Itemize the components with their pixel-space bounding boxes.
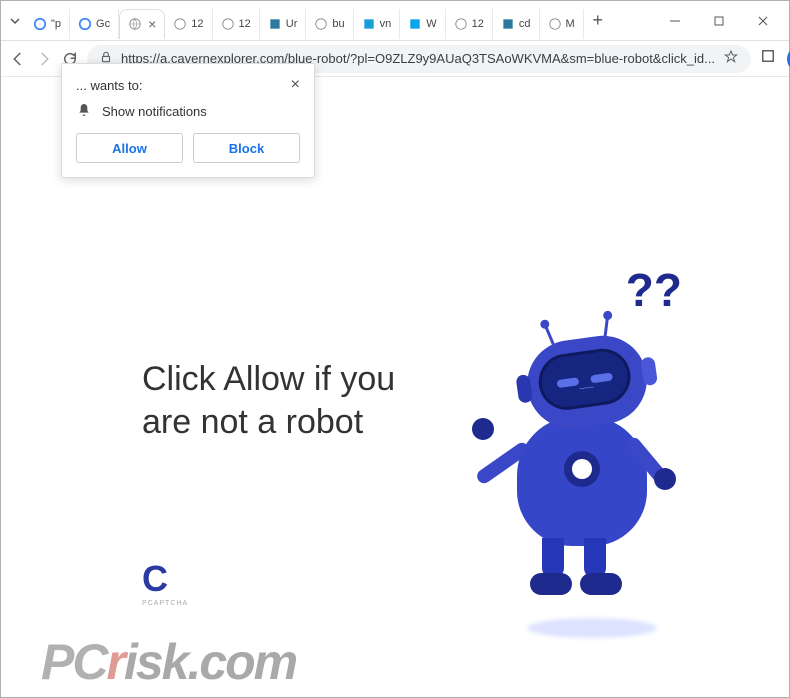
tab[interactable]: Gc [70,9,119,39]
watermark-r: r [106,634,123,690]
tab-active[interactable]: × [119,9,165,39]
watermark-rest: isk.com [124,634,296,690]
question-marks: ?? [626,263,682,317]
robot-hand-left [472,418,494,440]
globe-icon [454,17,468,31]
robot-leg-left [542,538,564,578]
tab-label: 12 [191,18,203,30]
globe-icon [128,17,142,31]
robot-antenna-left [545,327,555,345]
tab-label: Gc [96,18,110,30]
robot-ear-left [515,374,533,404]
tab-dropdown[interactable] [5,1,25,41]
robot-mouth: ~~~ [578,382,594,395]
tab[interactable]: Ur [260,9,307,39]
site-icon [501,17,515,31]
tab[interactable]: bu [306,9,353,39]
tab-strip: "p Gc × 12 12 Ur bu vn W 12 cd M + [5,1,653,40]
tab[interactable]: 12 [213,9,260,39]
tab-label: vn [380,18,392,30]
tab-label: cd [519,18,531,30]
google-g-icon [78,17,92,31]
tab[interactable]: W [400,9,445,39]
window-controls [653,5,785,37]
tab[interactable]: 12 [165,9,212,39]
robot-head: ~~~ [521,330,652,434]
robot-leg-right [584,538,606,578]
tab[interactable]: "p [25,9,70,39]
logo-mark: C [142,558,188,600]
block-button[interactable]: Block [193,133,300,163]
logo-subtext: PCAPTCHA [142,600,188,607]
robot-body [517,416,647,546]
globe-icon [221,17,235,31]
titlebar: "p Gc × 12 12 Ur bu vn W 12 cd M + [1,1,789,41]
tab-label: W [426,18,436,30]
robot-foot-right [580,573,622,595]
forward-button[interactable] [35,45,53,73]
robot-shadow [527,618,657,638]
tab[interactable]: M [540,9,584,39]
allow-button[interactable]: Allow [76,133,183,163]
globe-icon [173,17,187,31]
prompt-permission-text: Show notifications [102,104,207,119]
tab[interactable]: vn [354,9,401,39]
robot-eye-right [590,372,613,383]
robot-hand-right [654,468,676,490]
back-button[interactable] [9,45,27,73]
robot-foot-left [530,573,572,595]
prompt-title: ... wants to: [76,78,142,93]
tab-close-icon[interactable]: × [148,16,156,32]
robot-visor: ~~~ [535,345,634,413]
tab[interactable]: cd [493,9,540,39]
globe-icon [548,17,562,31]
watermark-pc: PC [41,634,106,690]
minimize-button[interactable] [653,5,697,37]
robot-antenna-right [604,319,609,337]
bell-icon [76,102,92,121]
robot-chest-light [564,451,600,487]
hero-heading: Click Allow if you are not a robot [142,358,422,443]
tab-label: bu [332,18,344,30]
extensions-icon[interactable] [759,47,777,70]
tab-label: 12 [472,18,484,30]
prompt-buttons: Allow Block [76,133,300,163]
robot-ear-right [640,356,658,386]
watermark: PCrisk.com [41,633,296,691]
windows-icon [408,17,422,31]
google-g-icon [33,17,47,31]
site-icon [268,17,282,31]
site-icon [362,17,376,31]
close-button[interactable] [741,5,785,37]
prompt-body: Show notifications [76,102,300,121]
browser-window: "p Gc × 12 12 Ur bu vn W 12 cd M + https… [0,0,790,698]
tab-label: 12 [239,18,251,30]
robot-eye-left [556,377,579,388]
tab-label: M [566,18,575,30]
new-tab-button[interactable]: + [584,7,612,35]
prompt-close-icon[interactable]: × [291,76,300,94]
notification-prompt: ... wants to: × Show notifications Allow… [61,63,315,178]
tab-label: Ur [286,18,298,30]
prompt-header: ... wants to: × [76,76,300,94]
tab-label: "p [51,18,61,30]
bookmark-star-icon[interactable] [723,49,739,68]
robot-illustration: ?? ~~~ [442,278,702,628]
toolbar-right [759,45,790,73]
tab[interactable]: 12 [446,9,493,39]
globe-icon [314,17,328,31]
maximize-button[interactable] [697,5,741,37]
captcha-logo: C PCAPTCHA [142,558,188,607]
